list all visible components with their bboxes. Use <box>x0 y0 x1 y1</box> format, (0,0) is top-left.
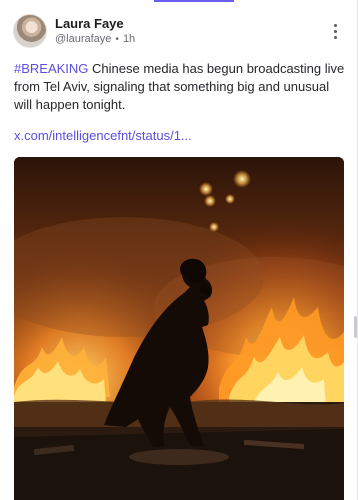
post-image[interactable] <box>14 157 344 500</box>
avatar[interactable] <box>13 14 47 48</box>
scrollbar-thumb[interactable] <box>354 316 357 338</box>
post-card: Laura Faye @laurafaye • 1h #BREAKING Chi… <box>0 0 358 500</box>
active-tab-indicator <box>154 0 234 2</box>
more-options-button[interactable] <box>326 19 344 43</box>
separator-dot: • <box>115 33 119 45</box>
author-meta: @laurafaye • 1h <box>55 32 135 47</box>
vertical-ellipsis-icon <box>333 35 337 39</box>
post-time[interactable]: 1h <box>123 32 135 47</box>
post-link[interactable]: x.com/intelligencefnt/status/1... <box>14 127 344 144</box>
author-name[interactable]: Laura Faye <box>55 16 135 32</box>
hashtag-link[interactable]: #BREAKING <box>14 61 88 76</box>
vertical-ellipsis-icon <box>333 29 337 33</box>
post-body: #BREAKING Chinese media has begun broadc… <box>14 60 348 114</box>
vertical-ellipsis-icon <box>333 23 337 27</box>
author-handle[interactable]: @laurafaye <box>55 32 111 47</box>
post-header: Laura Faye @laurafaye • 1h <box>13 12 344 50</box>
author-block: Laura Faye @laurafaye • 1h <box>55 16 135 47</box>
fire-scene-image <box>14 157 344 500</box>
